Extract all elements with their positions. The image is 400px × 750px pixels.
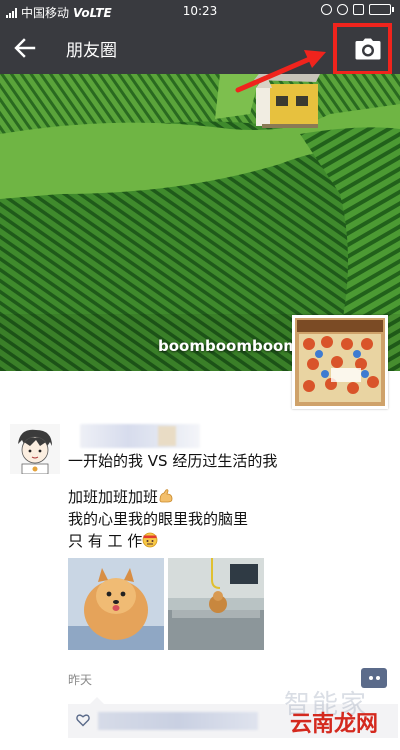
profile-avatar[interactable] [292,315,388,409]
post-avatar[interactable] [10,424,60,474]
heart-icon [76,714,90,727]
back-button[interactable] [8,32,42,64]
post-text-line-4-text: 只 有 工 作 [68,532,143,550]
status-right [321,4,394,15]
post-time: 昨天 [68,673,93,687]
pomeranian-photo [68,558,164,650]
post-photo-1[interactable] [68,558,164,650]
battery-icon [369,4,394,15]
wifi-icon [353,4,364,15]
dog-in-sink-photo [168,558,264,650]
lock-rotation-icon [321,4,332,15]
alarm-icon [337,4,348,15]
face-with-headband-emoji-icon [142,532,158,548]
cover-username: boomboomboom [158,337,299,355]
comment-dot [375,676,380,680]
post-photo-2[interactable] [168,558,264,650]
page-title: 朋友圈 [66,41,117,61]
comment-dot [368,676,373,680]
game-board-avatar [295,318,385,406]
blurred-username [80,424,200,448]
post-text-line-4: 只 有 工 作 [68,530,158,552]
cartoon-avatar [10,424,60,474]
post-text-line-3: 我的心里我的眼里我的脑里 [68,510,249,528]
status-bar: 中国移动 VoLTE 10:23 [0,0,400,22]
post-text-line-1: 一开始的我 VS 经历过生活的我 [68,452,278,470]
arrow-left-icon [14,38,36,58]
watermark-yunnan: 云南龙网 [290,712,379,737]
camera-highlight-box [333,23,392,75]
blurred-liker-name[interactable] [98,712,258,730]
flexed-biceps-emoji-icon [159,489,173,503]
post-text-line-2-text: 加班加班加班 [68,488,159,506]
post-text-line-2: 加班加班加班 [68,486,174,508]
title-bar: 朋友圈 [0,22,400,75]
